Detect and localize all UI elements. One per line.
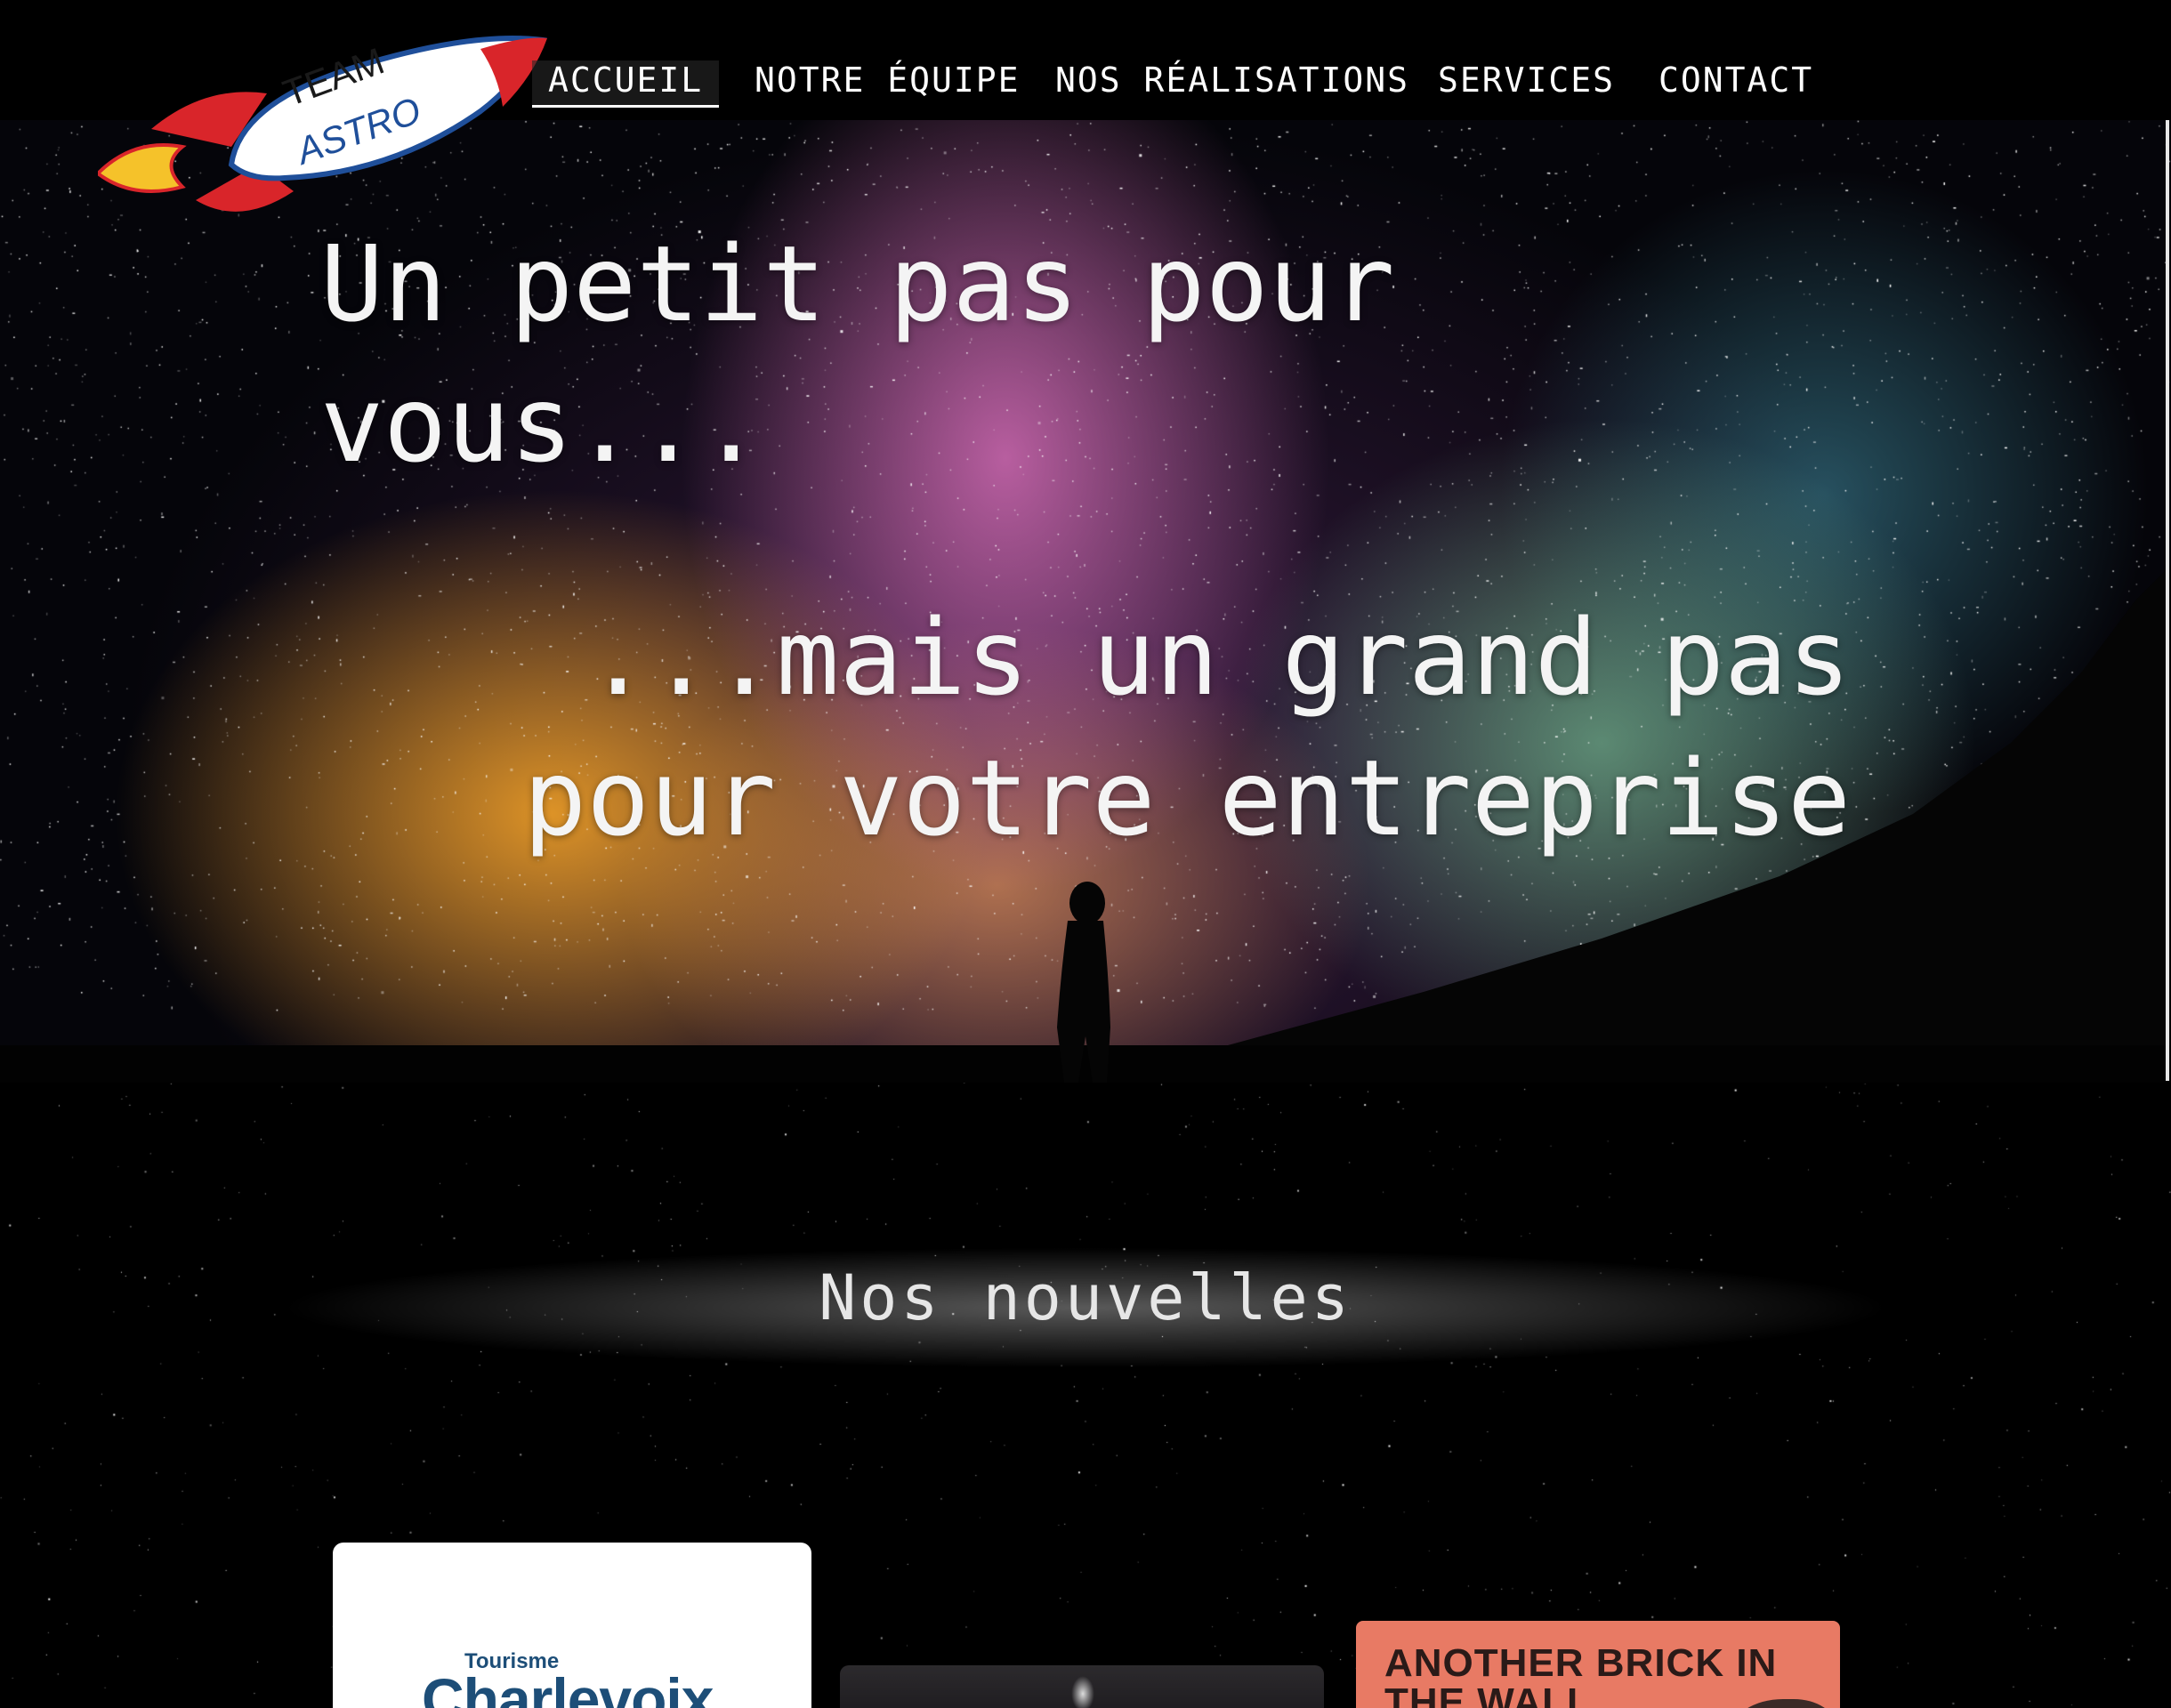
card-middle-light bbox=[1071, 1676, 1094, 1708]
nav-item-nos-realisations[interactable]: NOS RÉALISATIONS bbox=[1055, 60, 1409, 100]
news-card-another-brick[interactable]: ANOTHER BRICK IN THE WALL bbox=[1356, 1621, 1840, 1708]
hero-headline-primary: Un petit pas pour vous... bbox=[320, 222, 1395, 486]
right-edge-line bbox=[2166, 120, 2169, 1081]
rocket-flame bbox=[98, 143, 187, 193]
page: TEAM ASTRO ACCUEIL NOTRE ÉQUIPE NOS RÉAL… bbox=[0, 0, 2171, 1708]
nav-item-contact[interactable]: CONTACT bbox=[1659, 60, 1813, 100]
nav-item-services[interactable]: SERVICES bbox=[1438, 60, 1615, 100]
news-section-title: Nos nouvelles bbox=[819, 1261, 1352, 1334]
news-card-middle[interactable] bbox=[840, 1665, 1324, 1708]
ground-strip bbox=[0, 1045, 2171, 1083]
team-astro-logo[interactable]: TEAM ASTRO bbox=[98, 22, 561, 227]
card-charlevoix-title: Charlevoix bbox=[422, 1666, 714, 1708]
card-brick-title: ANOTHER BRICK IN THE WALL bbox=[1384, 1641, 1778, 1708]
hero-headline-secondary: ...mais un grand pas pour votre entrepri… bbox=[523, 596, 1851, 859]
nav-item-accueil[interactable]: ACCUEIL bbox=[532, 60, 720, 108]
nav-item-notre-equipe[interactable]: NOTRE ÉQUIPE bbox=[755, 60, 1021, 100]
news-card-charlevoix[interactable]: Tourisme Charlevoix bbox=[333, 1543, 811, 1708]
